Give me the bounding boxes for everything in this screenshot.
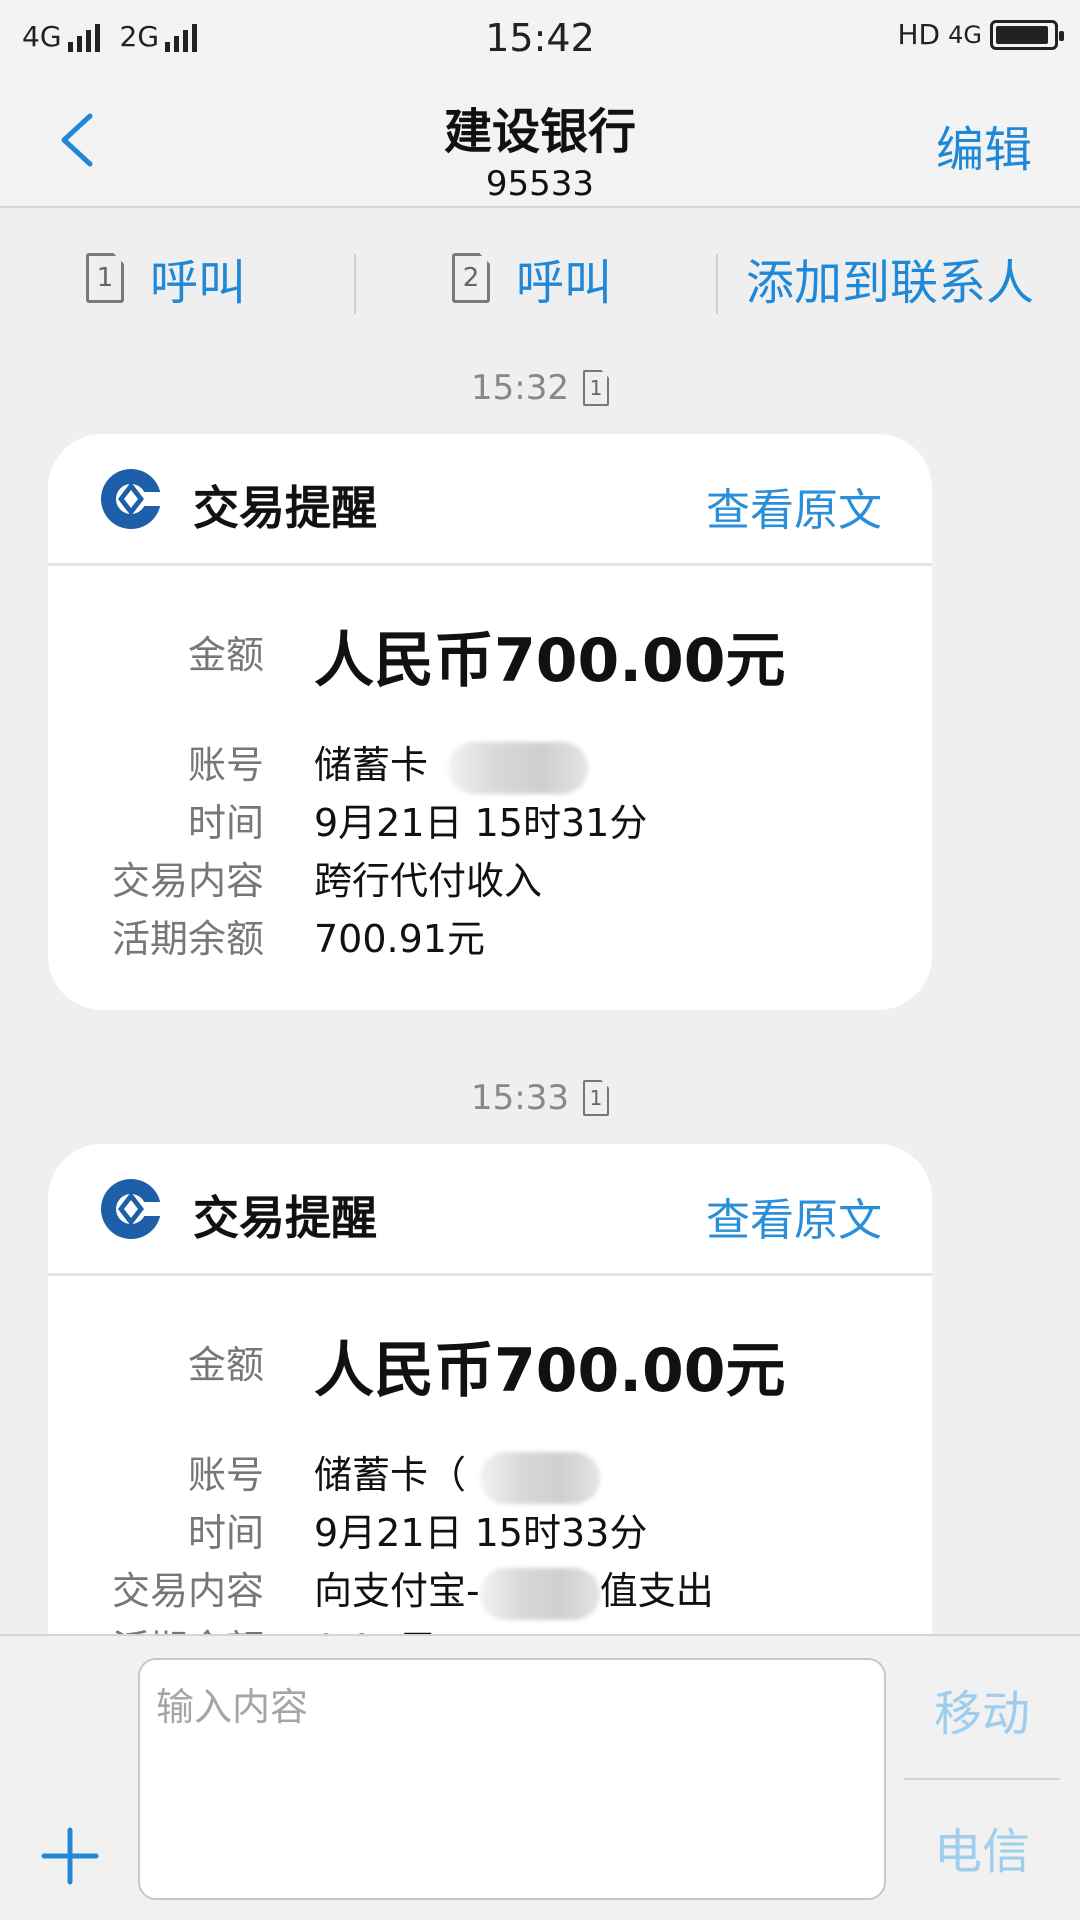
- content-value: 跨行代付收入: [314, 859, 543, 903]
- conversation-header: 建设银行 95533 编辑: [0, 76, 1080, 208]
- divider: [716, 254, 718, 314]
- divider: [354, 254, 356, 314]
- amount-label: 金额: [187, 633, 264, 677]
- message-input-box[interactable]: [138, 1658, 886, 1900]
- transaction-card[interactable]: 交易提醒 查看原文 金额 人民币700.00元 账号 储蓄卡（ 时间 9月21日…: [48, 1144, 932, 1634]
- account-type: 储蓄卡（: [314, 1453, 467, 1497]
- amount-label: 金额: [187, 1343, 264, 1387]
- message-list[interactable]: 15:32 1 交易提醒 查看原文 金额 人民币700.00元 账号 储蓄卡 时…: [0, 348, 1080, 1634]
- time-value: 9月21日 15时33分: [314, 1511, 648, 1555]
- sim-card-icon: 1: [582, 1080, 609, 1116]
- contact-name: 建设银行: [443, 104, 636, 160]
- card-title: 交易提醒: [193, 1191, 377, 1245]
- account-label: 账号: [187, 743, 264, 787]
- view-original-link[interactable]: 查看原文: [706, 474, 882, 538]
- call-sim2-label: 呼叫: [516, 255, 613, 311]
- compose-bar: 移动 电信: [0, 1634, 1080, 1920]
- card-header: 交易提醒 查看原文: [48, 434, 932, 566]
- account-label: 账号: [187, 1453, 264, 1497]
- message-input[interactable]: [156, 1676, 868, 1882]
- card-title: 交易提醒: [193, 481, 377, 535]
- edit-button[interactable]: 编辑: [936, 110, 1032, 180]
- contact-title-block: 建设银行 95533: [0, 92, 1080, 204]
- redacted-blur: [480, 1451, 601, 1504]
- add-to-contacts-button[interactable]: 添加到联系人: [746, 248, 1034, 311]
- ccb-logo-icon: [101, 1179, 162, 1239]
- call-sim1-button[interactable]: 1 呼叫: [86, 248, 246, 311]
- call-sim1-label: 呼叫: [150, 255, 247, 311]
- balance-label: 活期余额: [112, 1618, 264, 1634]
- account-value: 储蓄卡（: [314, 1444, 601, 1504]
- sim-card-1-icon: 1: [86, 253, 124, 303]
- balance-value: 700.91元: [314, 917, 485, 961]
- amount-value: 人民币700.00元: [314, 626, 786, 696]
- sim-card-2-icon: 2: [452, 253, 490, 303]
- timestamp-text: 15:32: [471, 368, 569, 408]
- call-sim2-button[interactable]: 2 呼叫: [452, 248, 612, 311]
- redacted-blur: [448, 741, 589, 794]
- account-value: 储蓄卡: [314, 734, 589, 794]
- content-prefix: 向支付宝-: [314, 1569, 480, 1613]
- message-timestamp: 15:32 1: [0, 368, 1080, 408]
- status-bar: 4G 2G 15:42 HD 4G: [0, 0, 1080, 76]
- ccb-logo-icon: [101, 469, 162, 529]
- view-original-link[interactable]: 查看原文: [706, 1184, 882, 1248]
- timestamp-text: 15:33: [471, 1078, 569, 1118]
- amount-value: 人民币700.00元: [314, 1336, 786, 1406]
- balance-label: 活期余额: [111, 917, 264, 961]
- transaction-card[interactable]: 交易提醒 查看原文 金额 人民币700.00元 账号 储蓄卡 时间 9月21日 …: [48, 434, 932, 1010]
- sim-card-icon: 1: [582, 370, 609, 406]
- send-mobile-button[interactable]: 移动: [934, 1674, 1030, 1744]
- content-value: 向支付宝- 值支出: [314, 1560, 714, 1620]
- time-label: 时间: [187, 801, 264, 845]
- message-timestamp: 15:33 1: [0, 1078, 1080, 1118]
- add-to-contacts-label: 添加到联系人: [746, 255, 1035, 311]
- card-header: 交易提醒 查看原文: [48, 1144, 932, 1276]
- network-4g-label: 4G: [948, 20, 982, 49]
- balance-value: 0.91元: [314, 1618, 437, 1634]
- status-right: HD 4G: [897, 18, 1064, 51]
- send-telecom-button[interactable]: 电信: [934, 1812, 1030, 1882]
- content-suffix: 值支出: [599, 1569, 714, 1613]
- account-type: 储蓄卡: [314, 743, 429, 787]
- time-value: 9月21日 15时31分: [314, 801, 648, 845]
- redacted-blur: [479, 1567, 600, 1620]
- plus-icon[interactable]: [40, 1826, 100, 1886]
- time-label: 时间: [187, 1511, 264, 1555]
- hd-label: HD: [897, 18, 941, 51]
- contact-number: 95533: [485, 164, 595, 204]
- contact-actions-bar: 1 呼叫 2 呼叫 添加到联系人: [0, 208, 1080, 348]
- divider: [904, 1778, 1060, 1780]
- content-label: 交易内容: [111, 1569, 264, 1613]
- content-label: 交易内容: [111, 859, 264, 903]
- battery-icon: [990, 19, 1064, 50]
